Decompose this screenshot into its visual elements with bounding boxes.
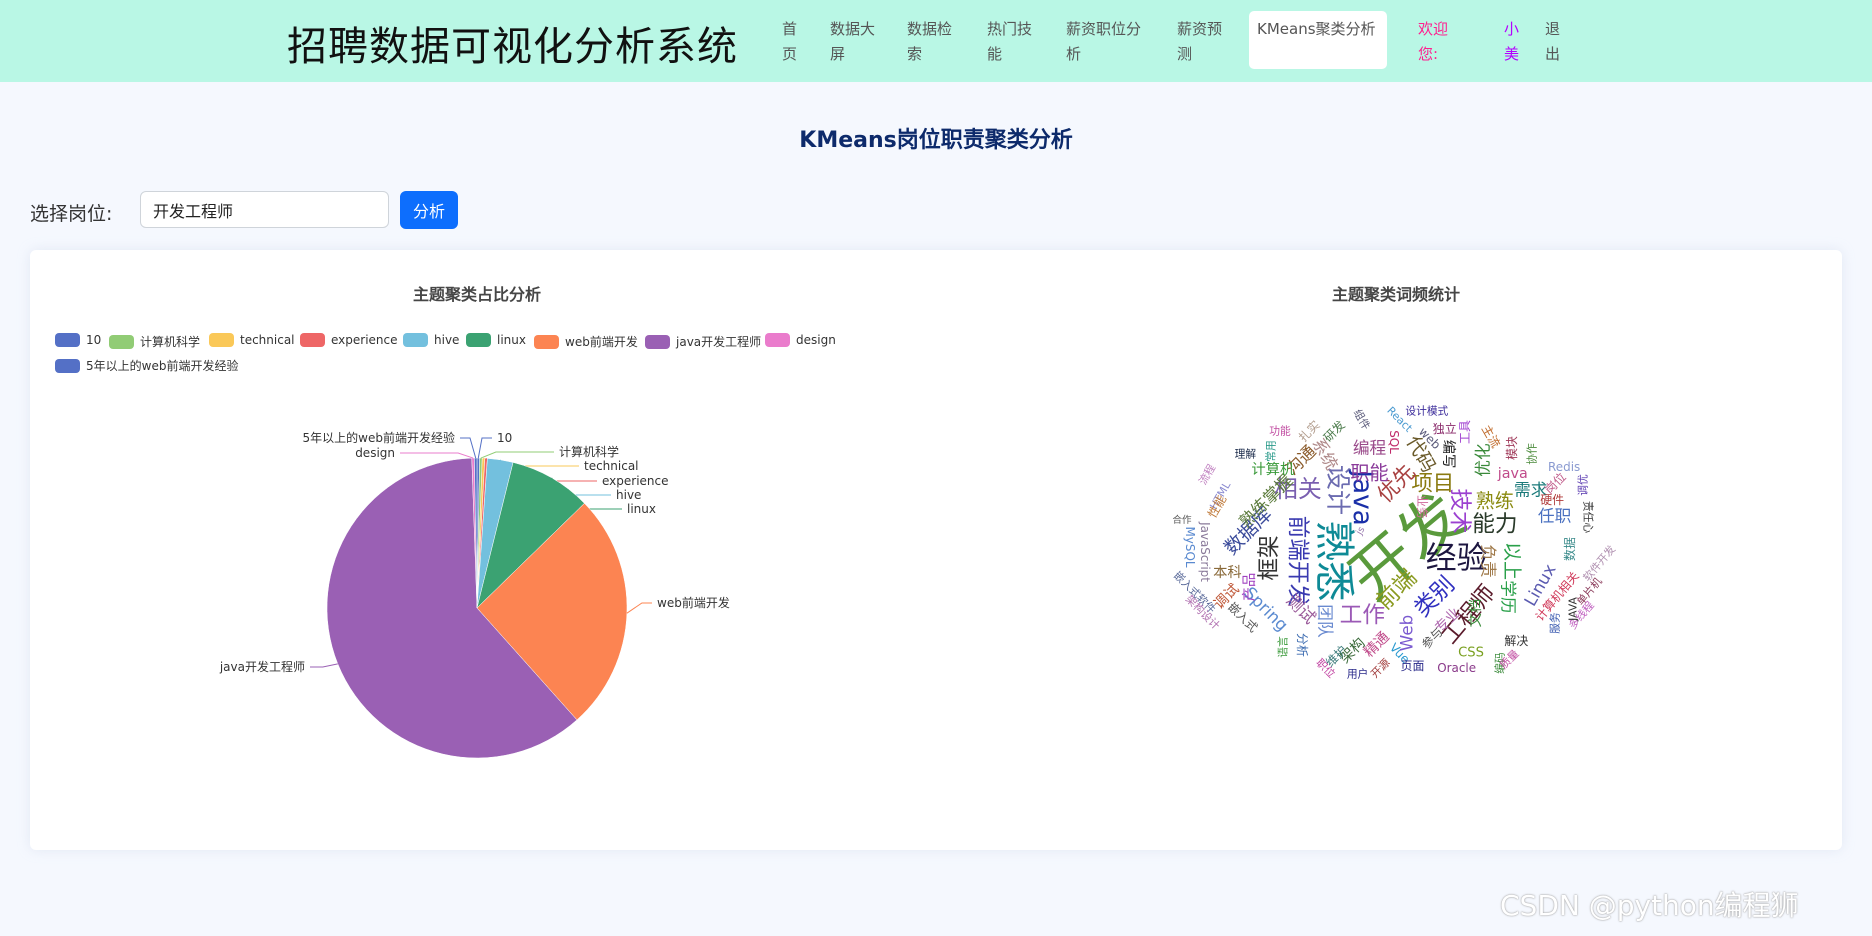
pie-label: linux [627, 502, 656, 516]
pie-label-line [477, 437, 492, 459]
wordcloud-word: 能力 [1472, 512, 1518, 539]
wordcloud-word: CSS [1458, 645, 1484, 661]
pie-label: 10 [497, 431, 512, 445]
wordcloud-word: 页面 [1400, 659, 1425, 674]
wordcloud-word: 模块 [1504, 435, 1519, 460]
wordcloud-word: 合作 [1172, 514, 1192, 526]
wordcloud-word: 调优 [1577, 474, 1591, 496]
wordcloud-word: 熟悉 [1309, 520, 1358, 602]
wordcloud-word: 设计 [1324, 464, 1354, 515]
wordcloud-word: 常用 [1264, 440, 1278, 463]
watermark: CSDN @python编程狮 [1500, 889, 1799, 922]
wordcloud-word: 理解 [1234, 447, 1257, 461]
pie-label-line [460, 437, 477, 459]
wordcloud-word: java [1497, 465, 1528, 482]
pie-label-line [626, 602, 652, 614]
wordcloud-word: 硬件 [1540, 493, 1565, 508]
wordcloud-word: 框架 [1257, 534, 1284, 581]
wordcloud-word: 数据 [1563, 537, 1578, 562]
wordcloud-word: 设计模式 [1405, 404, 1449, 418]
wordcloud-word: 用户 [1346, 667, 1369, 681]
wordcloud-word: 职能 [1350, 461, 1389, 485]
pie-label: java开发工程师 [219, 659, 305, 674]
wordcloud-word: 学历 [1498, 580, 1519, 614]
wordcloud-word: JAVA [1566, 597, 1580, 621]
pie-label-line [400, 452, 474, 459]
wordcloud-word: 负责 [1478, 544, 1499, 578]
pie-label: web前端开发 [657, 595, 730, 610]
wordcloud-word: MySQL [1183, 526, 1198, 568]
wordcloud-word: 解决 [1504, 634, 1529, 649]
wordcloud-word: Oracle [1437, 660, 1477, 675]
wordcloud-word: Redis [1548, 460, 1581, 475]
wordcloud-word: 熟练 [1475, 489, 1514, 513]
wordcloud-word: 工作 [1339, 602, 1386, 629]
wordcloud-word: 任职 [1537, 505, 1572, 526]
pie-label: 计算机科学 [559, 444, 619, 459]
pie-label: hive [616, 488, 641, 502]
wordcloud-word: 文档 [1467, 598, 1484, 627]
wordcloud-word: 协作 [1525, 442, 1539, 465]
pie-label: 5年以上的web前端开发经验 [303, 430, 455, 445]
wordcloud-word: 功能 [1269, 424, 1291, 438]
wordcloud-word: 服务 [1548, 612, 1562, 634]
wordcloud-word: 业务 [1414, 495, 1429, 520]
wordcloud-word: 工具 [1458, 420, 1473, 445]
wordcloud-word: 编写 [1440, 439, 1457, 469]
wordcloud-word: 以上 [1500, 542, 1524, 581]
wordcloud-word: 责任心 [1581, 500, 1595, 534]
wordcloud-word: 独立 [1432, 421, 1457, 436]
wordcloud-word: 本科 [1213, 564, 1242, 581]
wordcloud-word: 语言 [1276, 636, 1290, 658]
wordcloud-word: JavaScript [1197, 521, 1212, 582]
wordcloud-word: 产品 [1241, 573, 1258, 602]
wordcloud-word: 计算机 [1251, 462, 1295, 479]
pie-label: design [355, 446, 395, 460]
wordcloud-word: SQL [1387, 429, 1402, 454]
pie-chart: 10 计算机科学technicalexperiencehivelinux web前端… [219, 430, 730, 759]
pie-label-line [310, 663, 338, 668]
pie-label: experience [602, 474, 669, 488]
pie-label-line [480, 451, 554, 459]
pie-label: technical [584, 459, 639, 473]
wordcloud-word: 分析 [1295, 632, 1310, 657]
wordcloud-word: 编程 [1352, 437, 1387, 458]
wordcloud-word: 团队 [1315, 604, 1336, 638]
